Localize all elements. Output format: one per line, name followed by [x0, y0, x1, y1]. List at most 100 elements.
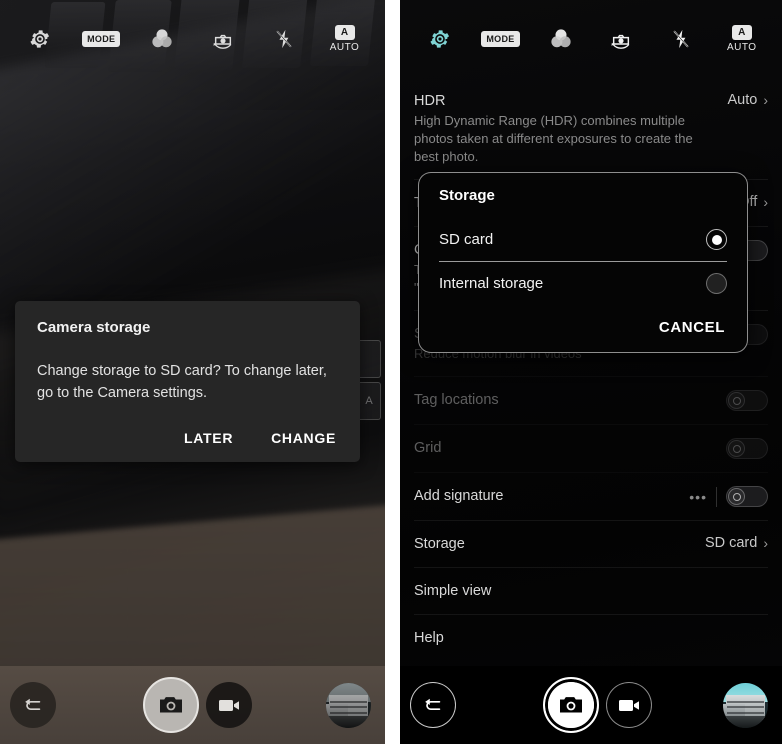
overflow-menu-icon[interactable]: ••• [689, 489, 707, 505]
camera-storage-dialog: Camera storage Change storage to SD card… [15, 301, 360, 462]
mode-button[interactable]: MODE [78, 13, 124, 65]
setting-value-group: SD card › [705, 534, 768, 551]
gear-icon [30, 30, 50, 48]
setting-row-hdr[interactable]: HDR High Dynamic Range (HDR) combines mu… [414, 78, 768, 180]
option-label: SD card [439, 231, 494, 248]
mode-badge-icon: MODE [82, 31, 121, 47]
setting-text-group: Storage [414, 534, 705, 554]
setting-subtitle: High Dynamic Range (HDR) combines multip… [414, 113, 693, 164]
change-button[interactable]: CHANGE [269, 426, 338, 450]
camera-rotate-icon [213, 34, 232, 49]
left-camera-toolbar: MODE A AUTO [0, 0, 385, 78]
setting-title: Help [414, 630, 444, 646]
switch-camera-button[interactable] [598, 13, 644, 65]
popup-actions: CANCEL [439, 315, 727, 340]
auto-mode-button[interactable]: A AUTO [719, 13, 765, 65]
later-button[interactable]: LATER [182, 426, 235, 450]
gear-icon [430, 30, 450, 48]
mode-badge-icon: MODE [481, 31, 520, 47]
radio-button-unselected[interactable] [706, 273, 727, 294]
shutter-button[interactable] [143, 677, 199, 733]
setting-row-grid[interactable]: Grid [414, 425, 768, 473]
setting-value: Auto [727, 92, 758, 108]
video-record-button[interactable] [206, 682, 252, 728]
video-camera-icon [219, 700, 239, 711]
chevron-right-icon: › [763, 535, 768, 551]
popup-divider [439, 261, 727, 262]
signature-controls: ••• [689, 486, 768, 507]
dialog-actions: LATER CHANGE [37, 426, 338, 450]
settings-button[interactable] [17, 13, 63, 65]
setting-text-group: Add signature [414, 486, 689, 506]
radio-button-selected[interactable] [706, 229, 727, 250]
switch-camera-button[interactable] [200, 13, 246, 65]
shutter-button[interactable] [543, 677, 599, 733]
tag-locations-toggle[interactable] [726, 390, 768, 411]
setting-title: Simple view [414, 583, 492, 599]
back-button[interactable] [410, 682, 456, 728]
toggle-knob [728, 392, 745, 409]
setting-row-simple-view[interactable]: Simple view [414, 568, 768, 615]
chevron-right-icon: › [763, 92, 768, 108]
storage-option-sd-card[interactable]: SD card [439, 220, 727, 259]
camera-rotate-icon [611, 34, 630, 49]
setting-row-storage[interactable]: Storage SD card › [414, 521, 768, 568]
storage-option-internal-storage[interactable]: Internal storage [439, 264, 727, 303]
back-button[interactable] [10, 682, 56, 728]
setting-text-group: Tag locations [414, 390, 726, 410]
color-filter-icon [551, 29, 571, 48]
setting-title: Storage [414, 536, 465, 552]
toggle-knob [728, 488, 745, 505]
storage-popup-dialog: Storage SD card Internal storage CANCEL [418, 172, 748, 353]
setting-row-help[interactable]: Help [414, 615, 768, 661]
mode-button[interactable]: MODE [477, 13, 523, 65]
video-record-button[interactable] [606, 682, 652, 728]
back-arrow-icon [25, 698, 41, 710]
thumbnail-image [723, 683, 768, 728]
setting-text-group: Help [414, 628, 768, 648]
cancel-button[interactable]: CANCEL [657, 315, 727, 340]
setting-title: Tag locations [414, 392, 499, 408]
camera-icon [560, 697, 582, 713]
back-arrow-icon [425, 698, 441, 710]
add-signature-toggle[interactable] [726, 486, 768, 507]
setting-row-tag-locations[interactable]: Tag locations [414, 377, 768, 425]
setting-value: SD card [704, 535, 758, 551]
screenshot-root: A MODE A AUTO Camera storage Change stor… [0, 0, 782, 744]
grid-toggle[interactable] [726, 438, 768, 459]
right-bottom-bar [400, 666, 782, 744]
auto-mode-label: AUTO [329, 42, 360, 53]
flash-button[interactable] [658, 13, 704, 65]
dialog-message: Change storage to SD card? To change lat… [37, 363, 327, 401]
gallery-thumbnail[interactable] [723, 683, 768, 728]
popup-title: Storage [439, 187, 495, 204]
flash-button[interactable] [261, 13, 307, 65]
setting-title: Add signature [414, 488, 504, 504]
shutter-inner [548, 682, 594, 728]
flash-off-icon [276, 29, 292, 49]
option-label: Internal storage [439, 275, 544, 292]
auto-mode-label: AUTO [726, 42, 757, 53]
settings-button-active[interactable] [417, 13, 463, 65]
right-camera-toolbar: MODE A AUTO [400, 0, 782, 78]
right-phone-panel: MODE A AUTO HDR High Dynamic Range (HDR)… [400, 0, 782, 744]
flash-off-icon [673, 29, 689, 49]
setting-title: HDR [414, 93, 446, 109]
left-bottom-bar [0, 666, 385, 744]
left-phone-panel: A MODE A AUTO Camera storage Change stor… [0, 0, 385, 744]
color-filter-icon [152, 29, 172, 48]
viewfinder-edge-object-1 [357, 340, 381, 378]
viewfinder-edge-object-2: A [357, 382, 381, 420]
video-camera-icon [619, 700, 639, 711]
setting-row-add-signature[interactable]: Add signature ••• [414, 473, 768, 521]
camera-icon [160, 697, 182, 713]
setting-value-group: Auto › [727, 91, 768, 108]
chevron-right-icon: › [763, 194, 768, 210]
setting-text-group: Simple view [414, 581, 768, 601]
auto-mode-button[interactable]: A AUTO [322, 13, 368, 65]
filter-button[interactable] [538, 13, 584, 65]
filter-button[interactable] [139, 13, 185, 65]
auto-badge-icon: A [334, 25, 355, 40]
auto-badge-icon: A [731, 25, 752, 40]
gallery-thumbnail[interactable] [326, 683, 371, 728]
